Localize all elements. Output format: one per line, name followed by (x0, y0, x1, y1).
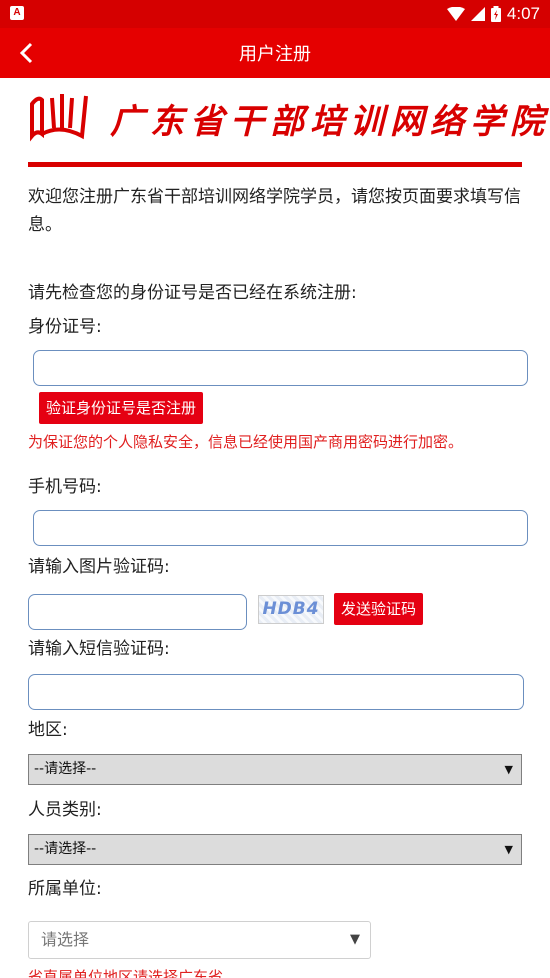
dropdown-arrow-icon: ▼ (350, 932, 360, 947)
book-logo-icon (30, 94, 88, 142)
verify-id-button[interactable]: 验证身份证号是否注册 (39, 392, 204, 424)
dropdown-arrow-icon: ▼ (504, 843, 513, 856)
signal-icon (470, 7, 485, 21)
region-selected: --请选择-- (34, 761, 97, 777)
id-number-input[interactable] (33, 350, 528, 386)
intro-text: 欢迎您注册广东省干部培训网络学院学员，请您按页面要求填写信息。 (28, 187, 521, 235)
status-icons: 4:07 (446, 4, 540, 24)
dropdown-arrow-icon: ▼ (504, 763, 513, 776)
id-number-label: 身份证号: (28, 317, 102, 337)
clock: 4:07 (506, 4, 540, 23)
personnel-type-select[interactable]: --请选择-- ▼ (28, 834, 522, 865)
page-title: 用户注册 (239, 44, 311, 65)
phone-input[interactable] (33, 510, 528, 546)
image-captcha-label: 请输入图片验证码: (28, 557, 170, 577)
divider (28, 162, 522, 167)
personnel-type-selected: --请选择-- (34, 841, 97, 857)
send-code-button[interactable]: 发送验证码 (334, 593, 424, 625)
unit-placeholder: 请选择 (41, 930, 90, 949)
personnel-type-label: 人员类别: (28, 800, 102, 820)
academy-name: 广东省干部培训网络学院 (110, 102, 550, 142)
app-notification-icon: A (10, 6, 24, 20)
unit-hint: 省直属单位地区请选择广东省 (28, 968, 224, 978)
check-prompt: 请先检查您的身份证号是否已经在系统注册: (28, 283, 357, 303)
sms-code-label: 请输入短信验证码: (28, 639, 170, 659)
status-bar: A 4:07 (0, 0, 550, 28)
region-label: 地区: (28, 720, 68, 740)
app-header: 用户注册 (0, 28, 550, 78)
unit-select[interactable]: 请选择 ▼ (28, 921, 371, 959)
region-select[interactable]: --请选择-- ▼ (28, 754, 522, 785)
wifi-icon (446, 7, 465, 21)
battery-icon (490, 6, 501, 22)
academy-logo: 广东省干部培训网络学院 (28, 88, 544, 144)
unit-label: 所属单位: (28, 879, 102, 899)
image-captcha-input[interactable] (28, 594, 247, 630)
privacy-note: 为保证您的个人隐私安全，信息已经使用国产商用密码进行加密。 (28, 433, 464, 451)
phone-label: 手机号码: (28, 477, 102, 497)
captcha-image[interactable]: HDB4 (258, 595, 324, 624)
sms-code-input[interactable] (28, 674, 524, 710)
